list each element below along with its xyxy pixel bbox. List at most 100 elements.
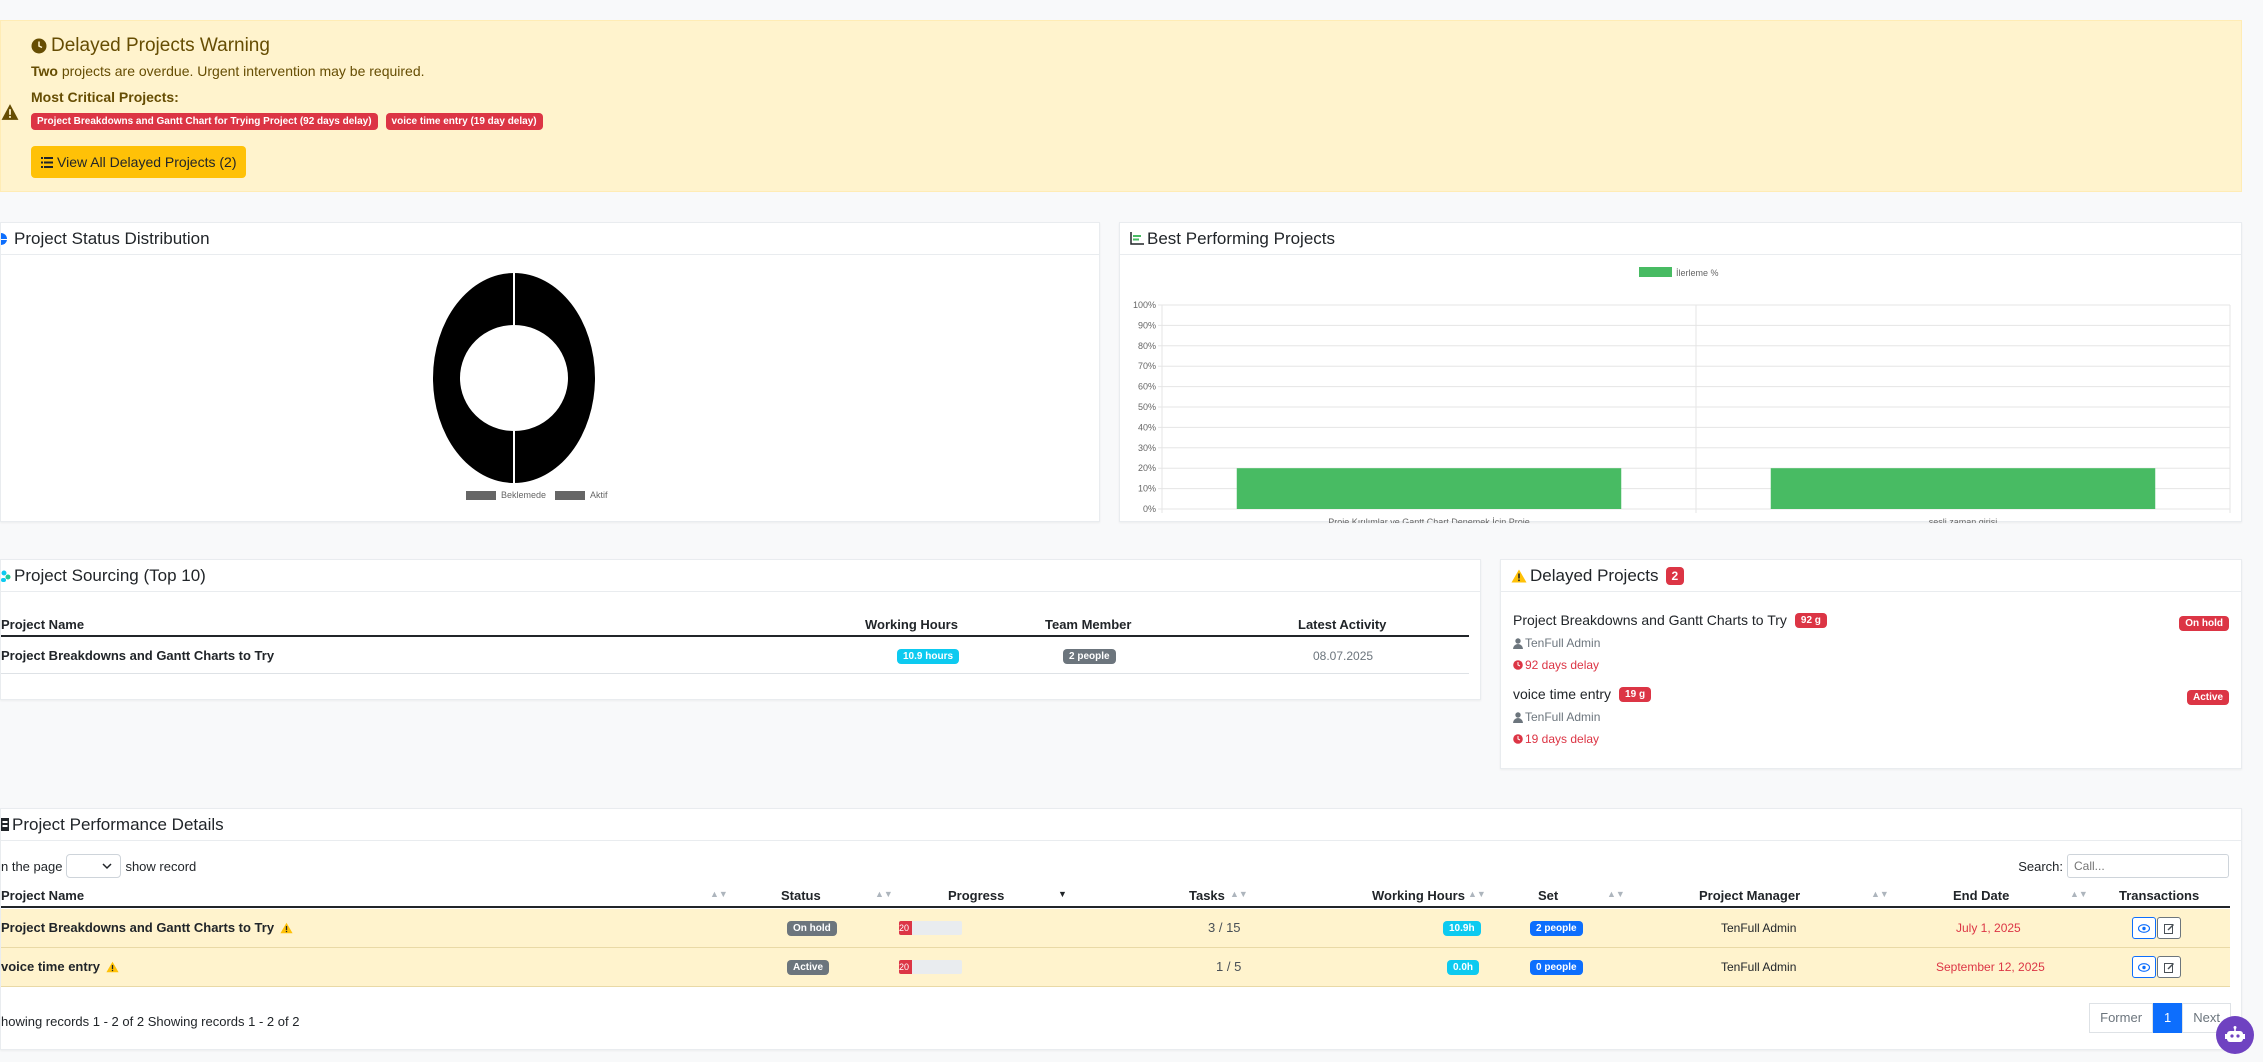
set-badge: 2 people: [1530, 921, 1583, 936]
delayed-days-badge: 92 g: [1794, 612, 1827, 628]
perf-project-name[interactable]: voice time entry: [1, 959, 100, 974]
sort-desc-icon[interactable]: ▼: [1058, 889, 1067, 899]
records-info: howing records 1 - 2 of 2 Showing record…: [1, 1014, 300, 1029]
sort-icon[interactable]: ▲▼: [1230, 889, 1248, 899]
y-tick-label: 20%: [1138, 463, 1156, 473]
clock-icon: [1513, 660, 1523, 670]
show-record-label: show record: [125, 858, 197, 874]
delayed-user-name: TenFull Admin: [1525, 710, 1601, 724]
edit-button[interactable]: [2157, 956, 2181, 978]
delayed-item-name[interactable]: voice time entry 19 g: [1513, 686, 1652, 702]
y-tick-label: 90%: [1138, 320, 1156, 330]
col-project-name[interactable]: Project Name: [1, 888, 84, 903]
delayed-status-badge: Active: [2186, 690, 2229, 705]
sourcing-table-header: Project Name Working Hours Team Member L…: [1, 612, 1469, 637]
list-icon: [41, 156, 53, 168]
y-tick-label: 100%: [1133, 300, 1156, 310]
page-1-button[interactable]: 1: [2153, 1003, 2183, 1033]
status-distribution-card: Project Status Distribution Beklemede Ak…: [0, 222, 1100, 522]
delayed-projects-card: Delayed Projects 2 Project Breakdowns an…: [1500, 559, 2242, 769]
view-delayed-projects-button[interactable]: View All Delayed Projects (2): [31, 146, 247, 178]
sort-icon[interactable]: ▲▼: [1607, 889, 1625, 899]
table-row: Project Breakdowns and Gantt Charts to T…: [1, 638, 1469, 674]
perf-project-name[interactable]: Project Breakdowns and Gantt Charts to T…: [1, 920, 274, 935]
eye-icon: [2138, 923, 2150, 933]
y-tick-label: 60%: [1138, 382, 1156, 392]
hours-badge: 10.9h: [1443, 921, 1481, 936]
end-date: September 12, 2025: [1936, 960, 2045, 974]
donut-slice-beklemede[interactable]: [433, 273, 514, 483]
sort-icon[interactable]: ▲▼: [1871, 889, 1889, 899]
delayed-item-delay: 92 days delay: [1513, 658, 1599, 672]
y-tick-label: 40%: [1138, 422, 1156, 432]
legend-label: İlerleme %: [1676, 268, 1719, 278]
critical-badges: Project Breakdowns and Gantt Chart for T…: [31, 113, 543, 130]
col-set[interactable]: Set: [1538, 888, 1558, 903]
col-end-date[interactable]: End Date: [1953, 888, 2009, 903]
sourcing-project-name[interactable]: Project Breakdowns and Gantt Charts to T…: [1, 648, 274, 663]
warning-icon: [106, 961, 119, 972]
y-tick-label: 10%: [1138, 484, 1156, 494]
col-progress[interactable]: Progress: [948, 888, 1004, 903]
page-length-select[interactable]: [66, 854, 122, 878]
y-tick-label: 80%: [1138, 341, 1156, 351]
critical-project-badge: voice time entry (19 day delay): [385, 113, 543, 130]
pagination: Former 1 Next: [2089, 1003, 2231, 1033]
delay-text: 92 days delay: [1525, 658, 1600, 672]
warning-icon: [1511, 569, 1527, 582]
chatbot-button[interactable]: [2216, 1016, 2254, 1054]
warning-icon: [280, 922, 293, 933]
critical-label: Most Critical Projects:: [31, 89, 179, 105]
delayed-project-name[interactable]: Project Breakdowns and Gantt Charts to T…: [1513, 612, 1787, 628]
search-input[interactable]: [2067, 854, 2229, 878]
delayed-status-badge: On hold: [2179, 616, 2229, 631]
sort-icon[interactable]: ▲▼: [875, 889, 893, 899]
progress-fill: 20: [899, 960, 912, 974]
user-icon: [1513, 637, 1523, 649]
delayed-title-text: Delayed Projects: [1530, 565, 1659, 585]
clock-icon: [1513, 734, 1523, 744]
sort-icon[interactable]: ▲▼: [1468, 889, 1486, 899]
delayed-count-badge: 2: [1665, 566, 1685, 585]
best-performing-bar-chart: 0% 10% 20% 30% 40% 50% 60% 70% 80% 90% 100% Proje K…: [1133, 267, 2231, 523]
table-icon: [1, 818, 9, 831]
col-transactions: Transactions: [2119, 888, 2200, 903]
table-row: voice time entry Active 20 1 / 5 0.0h 0 …: [1, 948, 2230, 987]
delayed-item-name[interactable]: Project Breakdowns and Gantt Charts to T…: [1513, 612, 1827, 628]
project-sourcing-card: Project Sourcing (Top 10) Project Name W…: [0, 559, 1481, 700]
col-tasks[interactable]: Tasks: [1189, 888, 1225, 903]
set-badge: 0 people: [1530, 960, 1583, 975]
col-working-hours[interactable]: Working Hours: [1372, 888, 1465, 903]
status-card-title: Project Status Distribution: [1, 223, 1099, 255]
col-status[interactable]: Status: [781, 888, 821, 903]
legend-aktif[interactable]: Aktif: [590, 490, 608, 500]
legend-swatch: [466, 490, 496, 500]
delay-text: 19 days delay: [1525, 732, 1600, 746]
status-legend: Beklemede Aktif: [466, 490, 608, 500]
latest-activity: 08.07.2025: [1313, 649, 1374, 663]
delayed-card-title: Delayed Projects 2: [1501, 560, 2241, 592]
view-button[interactable]: [2132, 917, 2156, 939]
col-project-manager[interactable]: Project Manager: [1699, 888, 1800, 903]
edit-button[interactable]: [2157, 917, 2181, 939]
best-title-text: Best Performing Projects: [1147, 228, 1336, 248]
legend-beklemede[interactable]: Beklemede: [501, 490, 546, 500]
table-row: Project Breakdowns and Gantt Charts to T…: [1, 909, 2230, 948]
tasks-count: 3 / 15: [1208, 920, 1241, 935]
sort-icon[interactable]: ▲▼: [2070, 889, 2088, 899]
delayed-project-name[interactable]: voice time entry: [1513, 686, 1611, 702]
bar: [1770, 468, 2156, 509]
end-date: July 1, 2025: [1956, 921, 2021, 935]
edit-icon: [2163, 962, 2174, 973]
col-working-hours: Working Hours: [865, 617, 958, 632]
progress-fill: 20: [899, 921, 912, 935]
warning-text: Two projects are overdue. Urgent interve…: [31, 63, 425, 79]
view-button[interactable]: [2132, 956, 2156, 978]
sort-icon[interactable]: ▲▼: [710, 889, 728, 899]
x-tick-label: sesli zaman girişi: [1929, 517, 1998, 523]
warning-triangle-icon: [1, 104, 19, 120]
best-performing-card: Best Performing Projects 0% 10% 20% 30% 40% 5…: [1119, 222, 2242, 523]
prev-page-button[interactable]: Former: [2089, 1003, 2154, 1033]
chevron-down-icon: [102, 863, 112, 870]
donut-slice-aktif[interactable]: [514, 273, 595, 483]
